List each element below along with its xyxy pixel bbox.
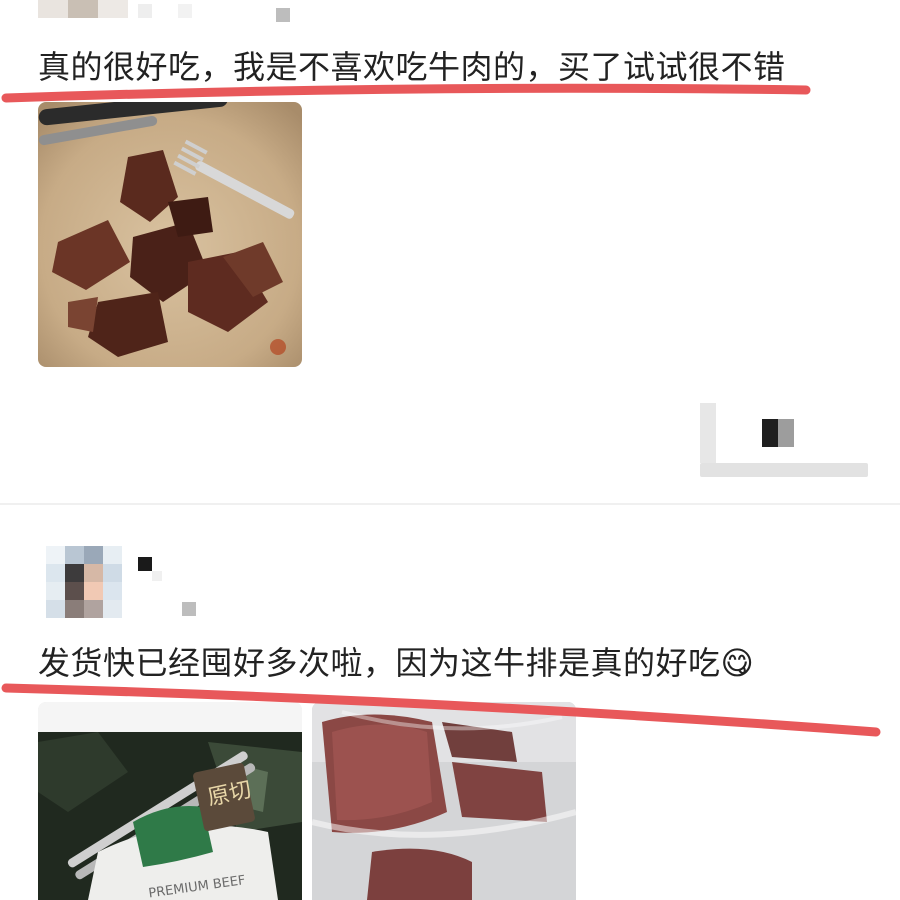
highlight-underline-2 (1, 683, 881, 737)
highlight-underline-1 (1, 83, 811, 103)
highlight-underlines (1, 83, 881, 737)
